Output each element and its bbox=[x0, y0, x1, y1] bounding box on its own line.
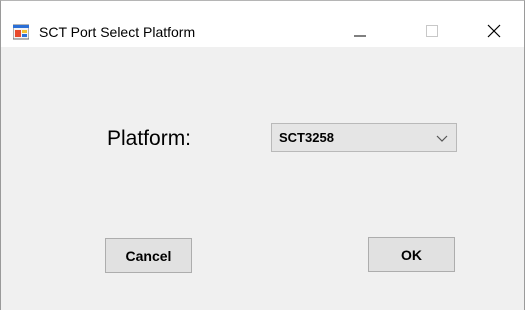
close-button[interactable] bbox=[471, 14, 517, 47]
title-bar[interactable]: SCT Port Select Platform bbox=[1, 1, 524, 47]
platform-dropdown[interactable]: SCT3258 bbox=[271, 123, 457, 152]
platform-selected-value: SCT3258 bbox=[279, 130, 334, 145]
window-title: SCT Port Select Platform bbox=[39, 24, 196, 40]
app-form-icon[interactable] bbox=[12, 24, 30, 40]
dialog-window: SCT Port Select Platform Platform: SCT32… bbox=[0, 0, 525, 310]
minimize-icon bbox=[354, 35, 366, 36]
platform-label: Platform: bbox=[107, 127, 192, 150]
ok-button[interactable]: OK bbox=[368, 237, 455, 272]
maximize-icon bbox=[426, 24, 438, 37]
minimize-button[interactable] bbox=[337, 14, 383, 47]
cancel-button[interactable]: Cancel bbox=[105, 238, 192, 273]
maximize-button[interactable] bbox=[409, 14, 455, 47]
chevron-down-icon bbox=[436, 135, 448, 142]
close-icon bbox=[487, 24, 501, 37]
